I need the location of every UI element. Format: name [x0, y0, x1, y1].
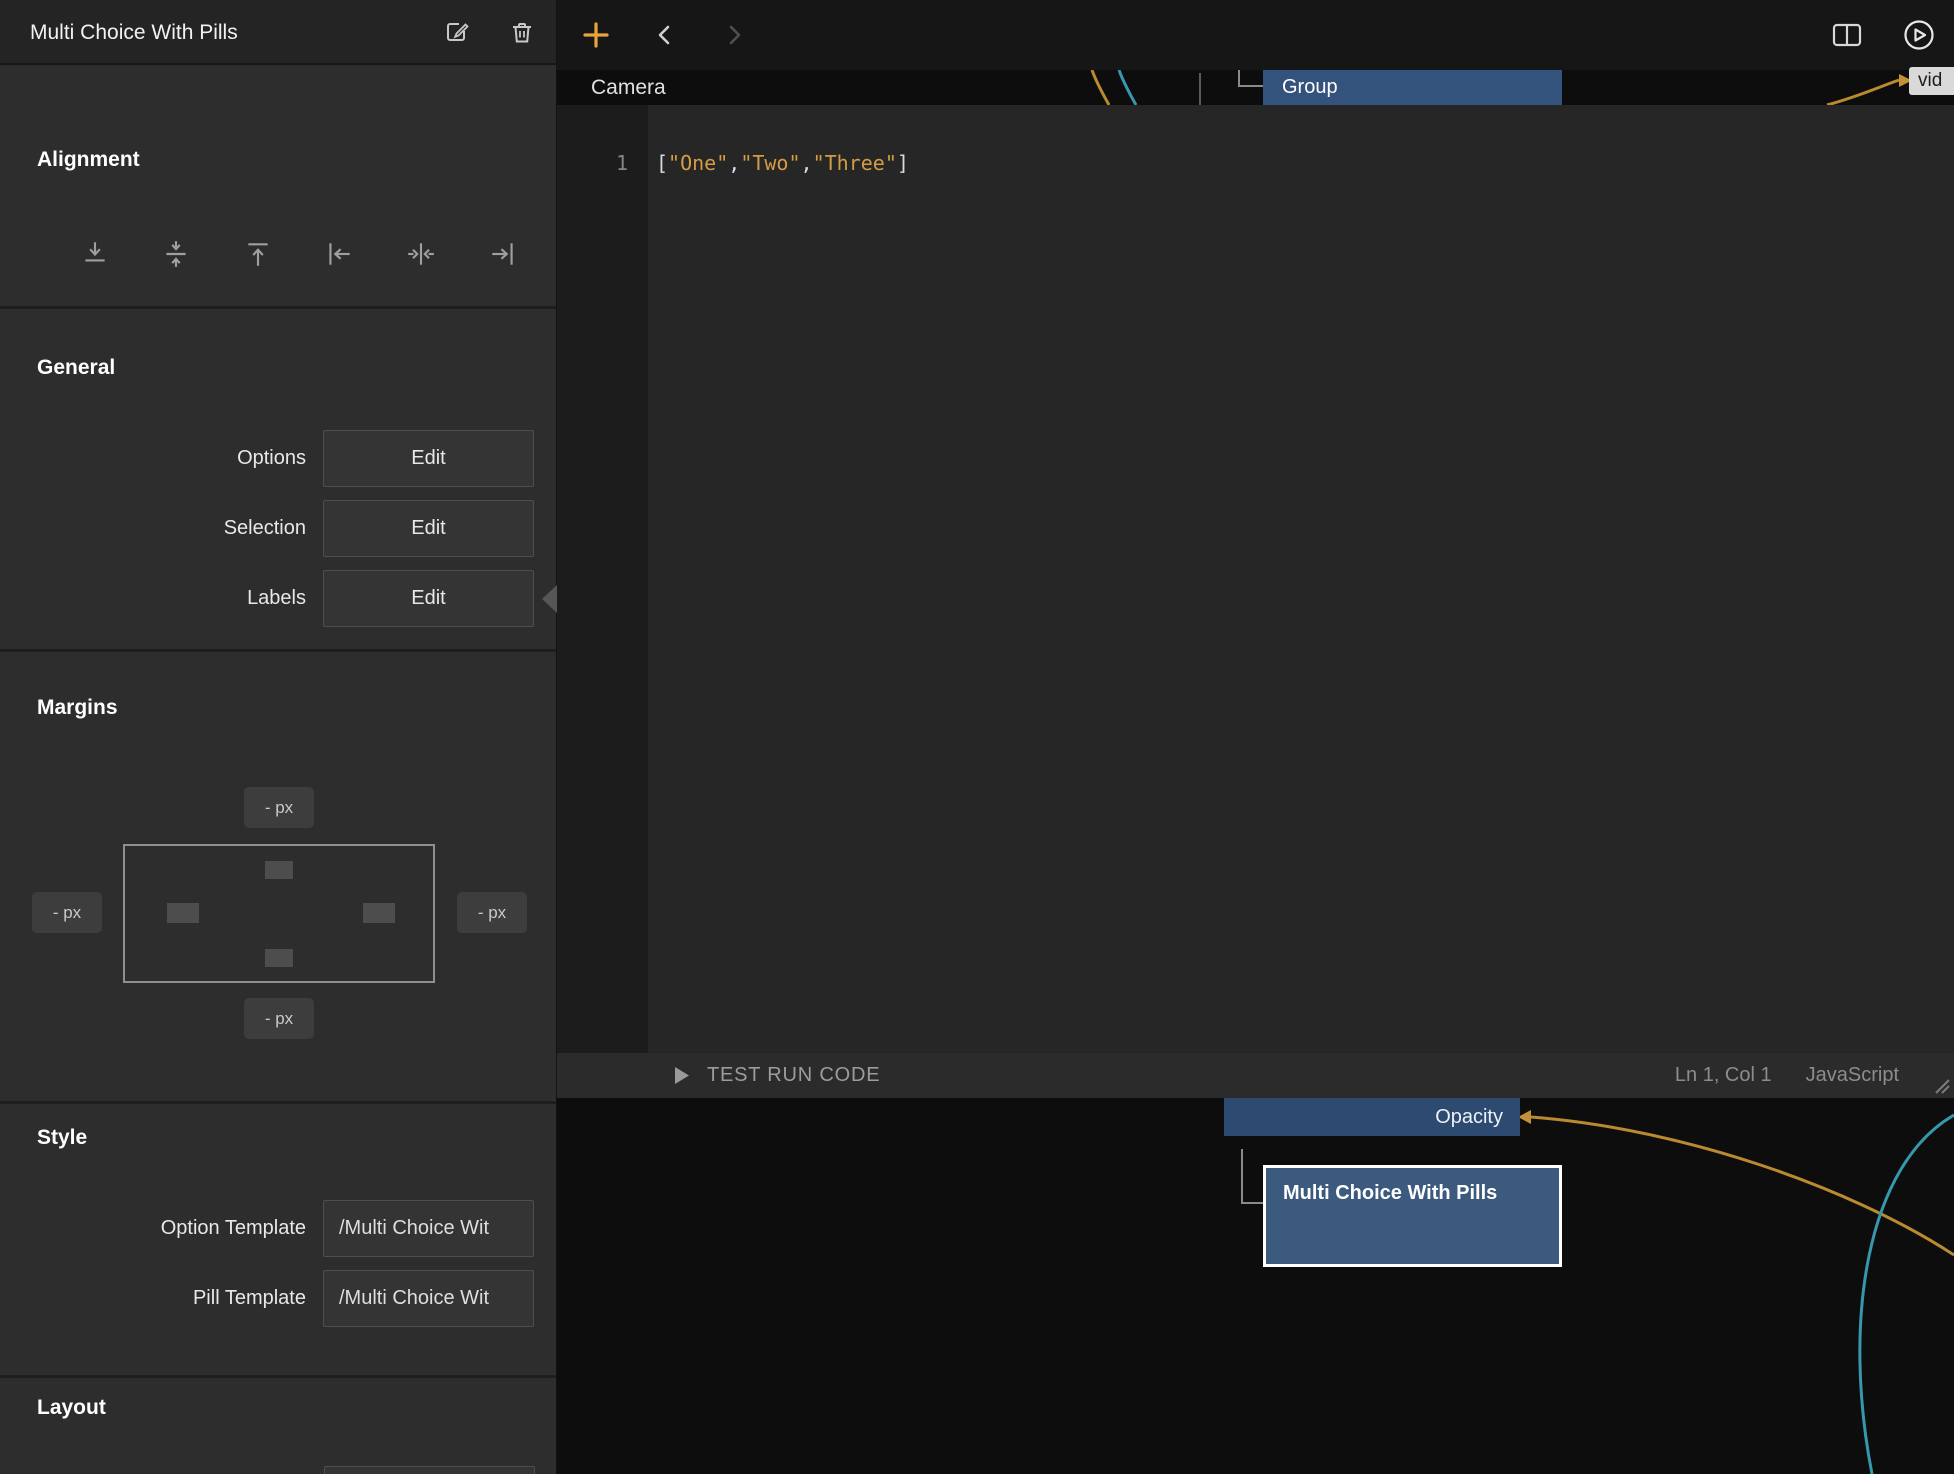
margin-right-handle — [363, 903, 395, 923]
layout-section-title: Layout — [37, 1396, 106, 1420]
canvas-toolbar — [557, 0, 1954, 70]
code-input[interactable]: ["One","Two","Three"] — [648, 105, 1954, 1053]
editor-popover-arrow — [542, 585, 557, 613]
pill-template-row: Pill Template /Multi Choice Wit — [0, 1270, 534, 1327]
code-token: , — [728, 151, 740, 175]
labels-label: Labels — [0, 587, 306, 610]
code-token: "Three" — [813, 151, 897, 175]
margin-left-button[interactable]: - px — [32, 892, 102, 933]
code-token: [ — [656, 151, 668, 175]
app-window: Multi Choice With Pills Alignment — [0, 0, 1954, 1474]
patch-editor-area: Camera Group Opacity Multi Choice With P… — [557, 0, 1954, 1474]
code-token: , — [801, 151, 813, 175]
test-run-code-button[interactable]: TEST RUN CODE — [674, 1064, 880, 1087]
general-section-title: General — [37, 356, 115, 380]
group-child-bracket — [1239, 70, 1263, 86]
back-icon[interactable] — [647, 17, 683, 53]
video-node[interactable]: vid — [1909, 67, 1954, 95]
selection-edit-button[interactable]: Edit — [323, 500, 534, 557]
selection-row: Selection Edit — [0, 500, 534, 557]
editor-gutter: 1 — [557, 105, 648, 1053]
align-top-icon[interactable] — [236, 232, 280, 276]
forward-icon[interactable] — [716, 17, 752, 53]
margin-right-button[interactable]: - px — [457, 892, 527, 933]
options-row: Options Edit — [0, 430, 534, 487]
labels-row: Labels Edit — [0, 570, 534, 627]
camera-node-title[interactable]: Camera — [591, 76, 666, 100]
play-icon — [674, 1066, 690, 1085]
selected-patch-node[interactable]: Multi Choice With Pills — [1263, 1165, 1562, 1267]
selection-label: Selection — [0, 517, 306, 540]
labels-edit-button[interactable]: Edit — [323, 570, 534, 627]
code-token: "One" — [668, 151, 728, 175]
opacity-node[interactable]: Opacity — [1224, 1098, 1520, 1136]
section-divider — [0, 649, 556, 652]
cursor-position: Ln 1, Col 1 — [1675, 1064, 1772, 1087]
margin-top-button[interactable]: - px — [244, 787, 314, 828]
test-run-code-label: TEST RUN CODE — [707, 1064, 880, 1087]
split-view-icon[interactable] — [1829, 17, 1865, 53]
align-vertical-center-icon[interactable] — [154, 232, 198, 276]
wire-orange-vid — [1827, 80, 1899, 105]
alignment-section-title: Alignment — [37, 148, 140, 172]
margin-left-handle — [167, 903, 199, 923]
inspector-header: Multi Choice With Pills — [0, 0, 556, 65]
run-icon[interactable] — [1901, 17, 1937, 53]
option-template-label: Option Template — [0, 1217, 306, 1240]
option-template-value[interactable]: /Multi Choice Wit — [323, 1200, 534, 1257]
align-horizontal-center-icon[interactable] — [399, 232, 443, 276]
line-number: 1 — [616, 145, 628, 182]
wire-teal-top — [1119, 70, 1136, 105]
margin-bottom-handle — [265, 949, 293, 967]
rename-icon[interactable] — [440, 16, 474, 50]
language-indicator: JavaScript — [1806, 1064, 1899, 1087]
pill-template-label: Pill Template — [0, 1287, 306, 1310]
code-editor-panel: 1 ["One","Two","Three"] TEST RUN CODE Ln… — [557, 105, 1954, 1098]
align-left-icon[interactable] — [317, 232, 361, 276]
margin-top-handle — [265, 861, 293, 879]
group-node[interactable]: Group — [1263, 70, 1562, 105]
margins-section-title: Margins — [37, 696, 118, 720]
section-divider — [0, 306, 556, 309]
editor-statusbar: TEST RUN CODE Ln 1, Col 1 JavaScript — [557, 1053, 1954, 1098]
options-edit-button[interactable]: Edit — [323, 430, 534, 487]
align-bottom-icon[interactable] — [73, 232, 117, 276]
trash-icon[interactable] — [505, 16, 539, 50]
inspector-sidebar: Multi Choice With Pills Alignment — [0, 0, 557, 1474]
inspector-title: Multi Choice With Pills — [30, 0, 238, 65]
wire-teal-bottom — [1860, 1115, 1954, 1474]
add-patch-icon[interactable] — [578, 17, 614, 53]
code-line: ["One","Two","Three"] — [648, 105, 1954, 182]
mcwp-child-bracket — [1242, 1149, 1263, 1203]
code-token: "Two" — [740, 151, 800, 175]
options-label: Options — [0, 447, 306, 470]
margin-bottom-button[interactable]: - px — [244, 998, 314, 1039]
code-token: ] — [897, 151, 909, 175]
resize-grip-icon[interactable] — [1933, 1077, 1951, 1095]
style-section-title: Style — [37, 1126, 87, 1150]
section-divider — [0, 1375, 556, 1378]
layout-partial-button[interactable] — [324, 1466, 535, 1474]
align-right-icon[interactable] — [481, 232, 525, 276]
option-template-row: Option Template /Multi Choice Wit — [0, 1200, 534, 1257]
pill-template-value[interactable]: /Multi Choice Wit — [323, 1270, 534, 1327]
section-divider — [0, 1101, 556, 1104]
wire-orange-top — [1092, 70, 1109, 105]
